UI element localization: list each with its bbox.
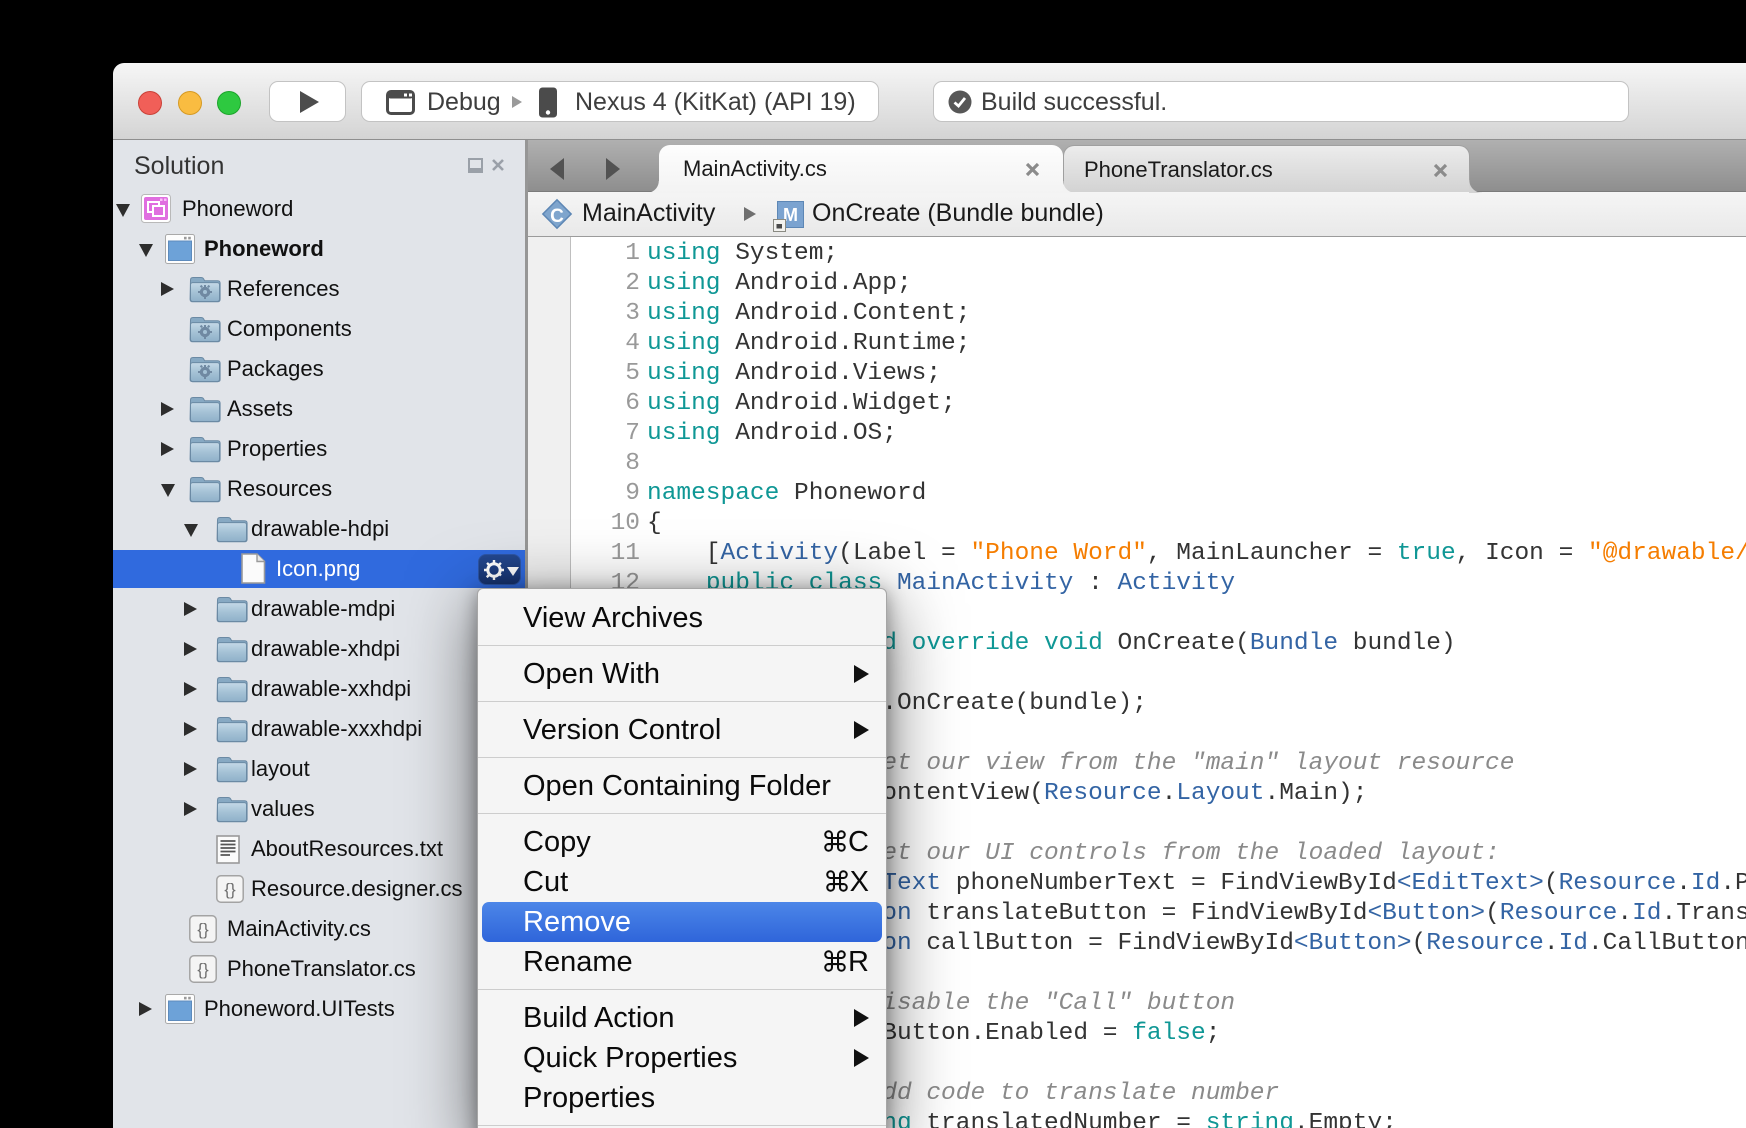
svg-text:{}: {} <box>224 880 236 899</box>
svg-text:{}: {} <box>197 920 209 939</box>
svg-text:C: C <box>550 206 564 227</box>
svg-text:{}: {} <box>197 960 209 979</box>
